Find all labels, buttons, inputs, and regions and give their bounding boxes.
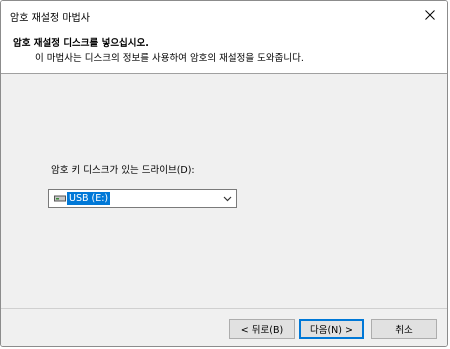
window-title: 암호 재설정 마법사: [10, 13, 90, 24]
drive-select[interactable]: USB (E:): [48, 189, 237, 208]
cancel-button[interactable]: 취소: [371, 319, 437, 339]
close-icon: [425, 10, 435, 20]
chevron-down-icon[interactable]: [223, 195, 232, 202]
wizard-footer: < 뒤로(B) 다음(N) > 취소: [1, 309, 447, 346]
header-title: 암호 재설정 디스크를 넣으십시오.: [13, 38, 149, 49]
close-button[interactable]: [417, 4, 443, 26]
password-reset-wizard-window: 암호 재설정 마법사 암호 재설정 디스크를 넣으십시오. 이 마법사는 디스크…: [0, 0, 448, 347]
wizard-content: 암호 키 디스크가 있는 드라이브(D): USB (E:): [1, 74, 447, 308]
drive-label: 암호 키 디스크가 있는 드라이브(D):: [51, 165, 195, 176]
next-button[interactable]: 다음(N) >: [299, 319, 364, 339]
back-button[interactable]: < 뒤로(B): [229, 319, 295, 339]
title-bar: 암호 재설정 마법사: [1, 1, 447, 29]
drive-select-value: USB (E:): [67, 192, 111, 205]
usb-drive-icon: [54, 195, 66, 202]
wizard-header: 암호 재설정 디스크를 넣으십시오. 이 마법사는 디스크의 정보를 사용하여 …: [1, 29, 447, 73]
header-subtitle: 이 마법사는 디스크의 정보를 사용하여 암호의 재설정을 도와줍니다.: [35, 53, 304, 64]
